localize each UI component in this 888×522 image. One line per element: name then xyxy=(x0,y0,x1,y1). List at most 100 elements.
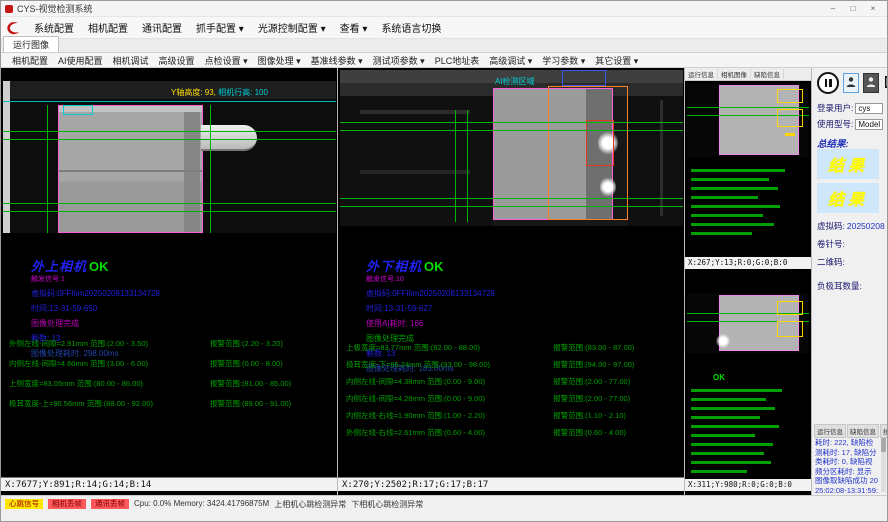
close-button[interactable]: × xyxy=(863,2,883,16)
measurement-text-row xyxy=(691,416,760,419)
thumb-tab-defect-info[interactable]: 缺陷信息 xyxy=(751,69,784,79)
result-display-1: 结果 xyxy=(817,149,879,179)
tab-count-label: 负极耳数量: xyxy=(817,280,862,292)
label-mark-yellow xyxy=(785,133,795,136)
roi-box-yellow xyxy=(777,321,803,337)
measurement-row: 内侧左线-右线=1.90mm 范围:(1.00 - 2.20)报警范围:(1.1… xyxy=(346,410,680,421)
measurement-text-row xyxy=(691,196,758,199)
minimize-button[interactable]: – xyxy=(823,2,843,16)
alarm-range: 报警范围:(2.20 - 3.20) xyxy=(210,338,283,349)
exit-door-icon xyxy=(884,75,888,91)
tool-ai-config[interactable]: AI使用配置 xyxy=(53,54,108,67)
tool-camera-config[interactable]: 相机配置 xyxy=(7,54,53,67)
menu-view[interactable]: 查看 ▾ xyxy=(333,18,375,37)
measure-line-green xyxy=(3,211,336,212)
tool-advanced-debug[interactable]: 高级调试 ▾ xyxy=(484,54,537,67)
measurement-text-row xyxy=(691,434,755,437)
camera-image-outer-upper[interactable]: Y轴高度: 93, 相机行高: 100 xyxy=(3,81,336,233)
title-bar: CYS-视觉检测系统 – □ × xyxy=(1,1,887,17)
tool-advanced-settings[interactable]: 高级设置 xyxy=(154,54,200,67)
measurement-text-row xyxy=(691,205,780,208)
user-login-button[interactable] xyxy=(843,73,859,93)
control-sidebar: 登录用户: 使用型号: 总结果: 结果 结果 虚拟码:20250208 卷针号:… xyxy=(812,68,887,495)
camera-view-outer-lower: AI检测区域 外下相机OK 触发信号:10 虚拟码:0FFIIim2025020… xyxy=(338,68,685,495)
alarm-range: 报警范围:(0.60 - 4.00) xyxy=(553,427,626,438)
log-tab-stat-info[interactable]: 统计信息 xyxy=(880,424,888,438)
user-admin-button[interactable] xyxy=(863,73,879,93)
thumb-tab-camera-image[interactable]: 相机图像 xyxy=(718,69,751,79)
menu-camera-config[interactable]: 相机配置 xyxy=(81,18,135,37)
log-tab-defect-info[interactable]: 缺陷信息 xyxy=(847,424,879,438)
alarm-range: 报警范围:(94.00 - 97.00) xyxy=(553,359,634,370)
tool-test-params[interactable]: 测试项参数 ▾ xyxy=(368,54,430,67)
alarm-range: 报警范围:(1.10 - 2.10) xyxy=(553,410,626,421)
measurement-value: 内侧左线-间隙=4.38mm 范围:(0.00 - 9.00) xyxy=(346,376,553,387)
comm-dropframe-badge: 通讯丢帧 xyxy=(91,499,129,509)
total-result-label: 总结果: xyxy=(817,136,849,150)
measurement-list: 上极宽度=83.77mm 范围:(82.00 - 88.00)报警范围:(83.… xyxy=(346,342,680,444)
camera-image-outer-lower[interactable]: AI检测区域 xyxy=(340,70,683,226)
qr-label: 二维码: xyxy=(817,256,845,268)
log-tab-run-info[interactable]: 运行信息 xyxy=(814,424,846,438)
tool-camera-debug[interactable]: 相机调试 xyxy=(108,54,154,67)
pause-button[interactable] xyxy=(817,72,839,94)
measure-line-green xyxy=(3,139,336,140)
status-ok: OK xyxy=(89,259,109,274)
measure-line-green xyxy=(340,198,683,199)
tool-other-settings[interactable]: 其它设置 ▾ xyxy=(590,54,643,67)
thumbnail-image[interactable] xyxy=(687,83,809,157)
main-area: Y轴高度: 93, 相机行高: 100 外上相机OK xyxy=(1,68,887,495)
exit-button[interactable] xyxy=(883,73,888,93)
log-tabs: 运行信息 缺陷信息 统计信息 xyxy=(814,424,885,438)
model-label: 使用型号: xyxy=(817,118,853,130)
model-row: 使用型号: xyxy=(817,118,883,130)
measurement-row: 极耳宽度-上=90.56mm 范围:(88.00 - 92.00)报警范围:(8… xyxy=(9,398,333,409)
model-input[interactable] xyxy=(855,119,883,130)
measurement-text-rows xyxy=(691,169,802,241)
measurement-row: 内侧左线-间隙=4.28mm 范围:(0.00 - 9.00)报警范围:(2.0… xyxy=(346,393,680,404)
tool-plc-table[interactable]: PLC地址表 xyxy=(430,54,485,67)
maximize-button[interactable]: □ xyxy=(843,2,863,16)
menu-light-config[interactable]: 光源控制配置 ▾ xyxy=(251,18,333,37)
login-user-input[interactable] xyxy=(855,103,883,114)
tool-image-process[interactable]: 图像处理 ▾ xyxy=(253,54,306,67)
tab-run-image[interactable]: 运行图像 xyxy=(3,36,59,52)
camera-dropframe-badge: 相机丢帧 xyxy=(48,499,86,509)
process-status: 图像处理完成 xyxy=(31,318,160,329)
glare-spot xyxy=(716,334,730,348)
thumbnail-inner-upper: X:267;Y:13;R:0;G:0;B:0 xyxy=(685,81,811,269)
measure-line-green-vertical xyxy=(47,105,48,233)
status-ok: OK xyxy=(424,259,444,274)
measurement-value: 内侧左线-右线=1.90mm 范围:(1.00 - 2.20) xyxy=(346,410,553,421)
menu-language-switch[interactable]: 系统语言切换 xyxy=(374,18,448,37)
pixel-coord-readout: X:267;Y:13;R:0;G:0;B:0 xyxy=(685,257,811,269)
measurement-value: 内侧左线-间隙=4.28mm 范围:(0.00 - 9.00) xyxy=(346,393,553,404)
tool-learn-params[interactable]: 学习参数 ▾ xyxy=(537,54,590,67)
log-scrollbar[interactable] xyxy=(881,438,886,492)
sidebar-buttons xyxy=(817,72,888,94)
upper-camera-warning: 上相机心跳检测异常 xyxy=(274,499,346,510)
thumbnail-inner-lower: OK X:311;Y:980;R:0;G:0;B:0 xyxy=(685,269,811,491)
barcode-row: 虚拟码:20250208 xyxy=(817,220,885,232)
toolbar: 相机配置 AI使用配置 相机调试 高级设置 点检设置 ▾ 图像处理 ▾ 基准线参… xyxy=(1,53,887,68)
menu-system-config[interactable]: 系统配置 xyxy=(27,18,81,37)
heartbeat-badge: 心跳信号 xyxy=(5,499,43,509)
tab-strip: 运行图像 xyxy=(1,39,887,53)
menu-comm-config[interactable]: 通讯配置 xyxy=(135,18,189,37)
thumb-tab-run-info[interactable]: 运行信息 xyxy=(685,69,718,79)
measure-line-green xyxy=(3,203,336,204)
tool-baseline-params[interactable]: 基准线参数 ▾ xyxy=(306,54,368,67)
measurement-value: 极耳宽度-下=95.24mm 范围:(93.00 - 98.00) xyxy=(346,359,553,370)
status-ok: OK xyxy=(713,373,725,382)
status-bar: 心跳信号 相机丢帧 通讯丢帧 Cpu: 0.0% Memory: 3424.41… xyxy=(1,495,887,521)
brand-logo-icon xyxy=(5,20,21,36)
thumbnail-header-tabs: 运行信息 相机图像 缺陷信息 xyxy=(685,68,811,81)
measurement-text-row xyxy=(691,187,778,190)
menu-gripper-config[interactable]: 抓手配置 ▾ xyxy=(189,18,251,37)
thumbnail-image[interactable] xyxy=(687,293,809,353)
measure-line-green xyxy=(340,122,683,123)
scrollbar-thumb[interactable] xyxy=(881,438,886,452)
tool-spot-check[interactable]: 点检设置 ▾ xyxy=(200,54,253,67)
measurement-text-row xyxy=(691,470,747,473)
measurement-row: 上侧宽度=83.05mm 范围:(80.00 - 86.00)报警范围:(81.… xyxy=(9,378,333,389)
